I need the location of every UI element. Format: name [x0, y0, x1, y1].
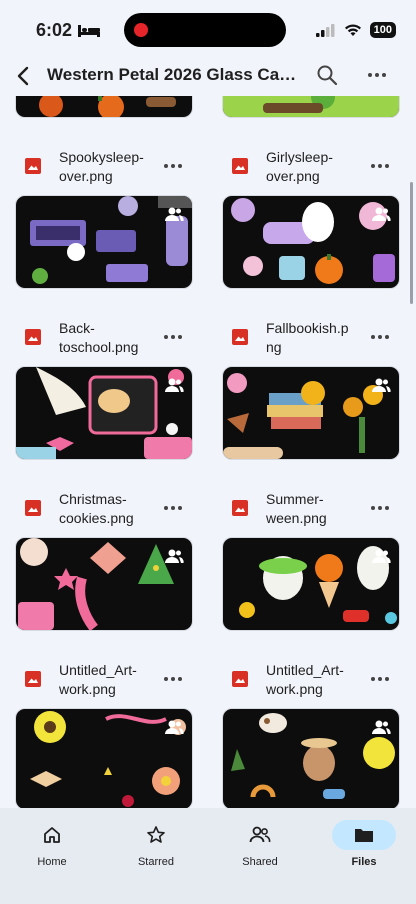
- recording-indicator-icon: [134, 23, 148, 37]
- file-name[interactable]: Back-toschool.png: [59, 319, 151, 357]
- nav-starred[interactable]: Starred: [116, 820, 196, 880]
- file-name[interactable]: Untitled_Art-work.png: [59, 661, 151, 699]
- star-icon: [147, 826, 165, 843]
- file-thumbnail[interactable]: [15, 195, 193, 289]
- image-file-icon: [232, 329, 248, 345]
- file-thumbnail[interactable]: [15, 537, 193, 631]
- nav-label: Starred: [137, 856, 175, 868]
- file-more-options-icon[interactable]: [161, 325, 185, 349]
- file-thumbnail[interactable]: [222, 195, 400, 289]
- file-thumbnail[interactable]: [222, 366, 400, 460]
- file-thumbnail[interactable]: [222, 537, 400, 631]
- image-file-icon: [25, 500, 41, 516]
- image-file-icon: [25, 158, 41, 174]
- nav-shared[interactable]: Shared: [220, 820, 300, 880]
- file-more-options-icon[interactable]: [368, 667, 392, 691]
- file-thumbnail[interactable]: [15, 366, 193, 460]
- file-more-options-icon[interactable]: [368, 496, 392, 520]
- image-file-icon: [232, 500, 248, 516]
- file-more-options-icon[interactable]: [368, 154, 392, 178]
- image-file-icon: [232, 158, 248, 174]
- file-thumbnail[interactable]: [222, 708, 400, 808]
- file-name[interactable]: Christmas-cookies.png: [59, 490, 151, 528]
- battery-indicator: 100: [369, 22, 396, 38]
- file-name[interactable]: Fallbookish.p ng: [266, 319, 358, 357]
- image-file-icon: [232, 671, 248, 687]
- file-name[interactable]: Untitled_Art-work.png: [266, 661, 358, 699]
- status-time: 6:02: [36, 20, 101, 41]
- folder-title: Western Petal 2026 Glass Can W...: [47, 65, 305, 84]
- nav-home[interactable]: Home: [12, 820, 92, 880]
- file-thumbnail-partial[interactable]: [15, 96, 193, 118]
- file-more-options-icon[interactable]: [161, 154, 185, 178]
- status-bar: 6:02 100: [0, 0, 416, 60]
- image-file-icon: [25, 329, 41, 345]
- nav-label: Home: [37, 856, 67, 868]
- bottom-navigation: Home Starred Shared Files: [0, 808, 416, 904]
- image-file-icon: [25, 671, 41, 687]
- file-more-options-icon[interactable]: [161, 667, 185, 691]
- shared-people-icon: [372, 207, 391, 221]
- shared-people-icon: [372, 720, 391, 734]
- more-options-icon[interactable]: [364, 62, 390, 88]
- shared-people-icon: [165, 549, 184, 563]
- wifi-icon: [344, 24, 361, 36]
- sleep-focus-icon: [78, 24, 101, 37]
- home-icon: [44, 827, 60, 843]
- app-bar: Western Petal 2026 Glass Can W...: [0, 60, 416, 96]
- shared-icon: [249, 826, 271, 843]
- file-thumbnail-partial[interactable]: [222, 96, 400, 118]
- file-name[interactable]: Spookysleep-over.png: [59, 148, 151, 186]
- dynamic-island: [124, 13, 286, 47]
- nav-label: Files: [351, 856, 377, 868]
- thumbnail-art: [39, 96, 176, 117]
- shared-people-icon: [165, 720, 184, 734]
- thumbnail-art: [223, 96, 399, 117]
- file-thumbnail[interactable]: [15, 708, 193, 808]
- shared-people-icon: [165, 207, 184, 221]
- file-more-options-icon[interactable]: [161, 496, 185, 520]
- shared-people-icon: [372, 378, 391, 392]
- scrollbar[interactable]: [410, 182, 413, 304]
- back-arrow-icon[interactable]: [10, 62, 38, 90]
- folder-icon: [355, 829, 373, 842]
- file-name[interactable]: Summer-ween.png: [266, 490, 358, 528]
- nav-label: Shared: [242, 856, 278, 868]
- shared-people-icon: [165, 378, 184, 392]
- cellular-signal-icon: [315, 23, 335, 37]
- search-icon[interactable]: [314, 62, 340, 88]
- file-name[interactable]: Girlysleep-over.png: [266, 148, 358, 186]
- file-grid: Spookysleep-over.png Girlysleep-over.png…: [0, 96, 416, 808]
- file-more-options-icon[interactable]: [368, 325, 392, 349]
- shared-people-icon: [372, 549, 391, 563]
- nav-files[interactable]: Files: [324, 820, 404, 880]
